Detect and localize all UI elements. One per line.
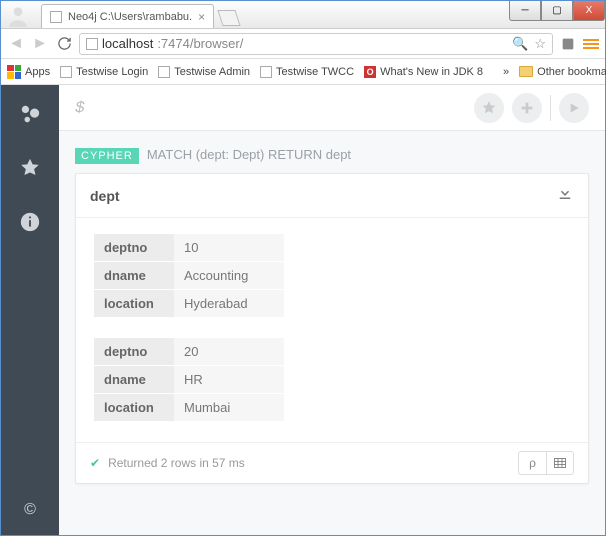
extension-icon[interactable] xyxy=(559,35,577,53)
minimize-button[interactable]: ─ xyxy=(509,1,541,21)
divider xyxy=(550,95,551,121)
favorite-button[interactable] xyxy=(474,93,504,123)
add-button[interactable] xyxy=(512,93,542,123)
url-host: localhost xyxy=(102,36,153,51)
cypher-tag: CYPHER xyxy=(75,148,139,164)
card-header: dept xyxy=(76,174,588,218)
url-path: :7474/browser/ xyxy=(157,36,243,51)
close-button[interactable]: X xyxy=(573,1,605,21)
field-value: Mumbai xyxy=(174,394,284,422)
other-bookmarks[interactable]: Other bookmarks xyxy=(519,66,606,78)
bookmarks-bar: Apps Testwise Login Testwise Admin Testw… xyxy=(1,59,605,85)
url-bar: ◄ ► localhost :7474/browser/ 🔍 ☆ xyxy=(1,29,605,59)
maximize-button[interactable]: ▢ xyxy=(541,1,573,21)
record: deptno20 dnameHR locationMumbai xyxy=(94,338,570,422)
code-view-button[interactable]: ρ xyxy=(518,451,546,475)
browser-tab[interactable]: Neo4j C:\Users\rambabu. × xyxy=(41,4,214,28)
field-key: dname xyxy=(94,366,174,394)
query-editor[interactable]: $ xyxy=(59,85,605,131)
forward-button[interactable]: ► xyxy=(31,35,49,53)
check-icon: ✔ xyxy=(90,456,100,470)
browser-window: Neo4j C:\Users\rambabu. × ─ ▢ X ◄ ► loca… xyxy=(0,0,606,536)
field-value: 10 xyxy=(174,234,284,262)
field-key: dname xyxy=(94,262,174,290)
field-key: location xyxy=(94,290,174,318)
bookmark-item[interactable]: Testwise Admin xyxy=(158,66,250,78)
query-text: MATCH (dept: Dept) RETURN dept xyxy=(147,147,351,162)
copyright-icon: © xyxy=(24,501,36,519)
card-title: dept xyxy=(90,188,120,204)
page-icon xyxy=(86,38,98,50)
content-area: $ CYPHERMATCH (dept: Dept) RETUR xyxy=(59,85,605,535)
sidebar: © xyxy=(1,85,59,535)
page-icon xyxy=(260,66,272,78)
record: deptno10 dnameAccounting locationHyderab… xyxy=(94,234,570,318)
sidebar-info-icon[interactable] xyxy=(15,207,45,237)
sidebar-database-icon[interactable] xyxy=(15,99,45,129)
editor-prompt: $ xyxy=(75,99,85,117)
page-icon xyxy=(50,11,62,23)
page-icon xyxy=(158,66,170,78)
new-tab-button[interactable] xyxy=(218,10,241,26)
apps-button[interactable]: Apps xyxy=(7,65,50,79)
table-view-button[interactable] xyxy=(546,451,574,475)
bookmark-item[interactable]: Testwise TWCC xyxy=(260,66,354,78)
tab-close-icon[interactable]: × xyxy=(198,10,205,24)
field-value: Accounting xyxy=(174,262,284,290)
field-key: deptno xyxy=(94,234,174,262)
bookmark-item[interactable]: Testwise Login xyxy=(60,66,148,78)
overflow-chevron[interactable]: » xyxy=(503,66,509,78)
query-line: CYPHER MATCH (dept: Dept) RETURN dept xyxy=(75,147,589,163)
zoom-icon[interactable]: 🔍 xyxy=(512,36,528,52)
field-value: HR xyxy=(174,366,284,394)
address-bar[interactable]: localhost :7474/browser/ 🔍 ☆ xyxy=(79,33,553,55)
folder-icon xyxy=(519,66,533,77)
reload-button[interactable] xyxy=(55,35,73,53)
field-value: 20 xyxy=(174,338,284,366)
results-panel: CYPHER MATCH (dept: Dept) RETURN dept dep… xyxy=(59,131,605,535)
page-icon xyxy=(60,66,72,78)
result-card: dept deptno10 dnameAccounting locationHy… xyxy=(75,173,589,484)
field-key: deptno xyxy=(94,338,174,366)
card-footer: ✔ Returned 2 rows in 57 ms ρ xyxy=(76,442,588,483)
bookmark-item[interactable]: OWhat's New in JDK 8 xyxy=(364,66,483,78)
window-buttons: ─ ▢ X xyxy=(509,1,605,21)
field-value: Hyderabad xyxy=(174,290,284,318)
tab-title: Neo4j C:\Users\rambabu. xyxy=(68,11,192,23)
back-button[interactable]: ◄ xyxy=(7,35,25,53)
menu-button[interactable] xyxy=(583,37,599,51)
neo4j-app: © $ CY xyxy=(1,85,605,535)
java-icon: O xyxy=(364,66,376,78)
apps-icon xyxy=(7,65,21,79)
field-key: location xyxy=(94,394,174,422)
card-body: deptno10 dnameAccounting locationHyderab… xyxy=(76,218,588,442)
profile-icon[interactable] xyxy=(5,3,31,29)
titlebar: Neo4j C:\Users\rambabu. × ─ ▢ X xyxy=(1,1,605,29)
download-icon[interactable] xyxy=(556,184,574,207)
status-text: Returned 2 rows in 57 ms xyxy=(108,456,245,470)
run-button[interactable] xyxy=(559,93,589,123)
star-icon[interactable]: ☆ xyxy=(534,36,546,52)
sidebar-favorites-icon[interactable] xyxy=(15,153,45,183)
